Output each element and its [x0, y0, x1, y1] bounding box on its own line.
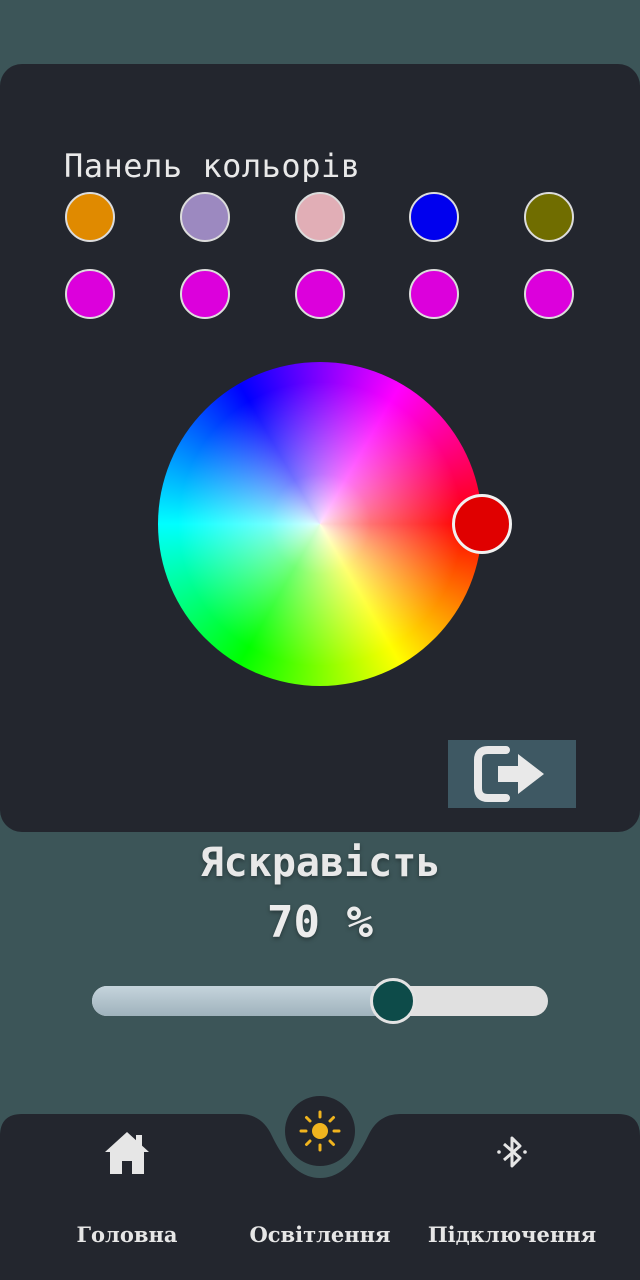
brightness-slider[interactable] — [92, 978, 548, 1024]
nav-item-lighting[interactable]: Освітлення — [210, 1126, 430, 1247]
home-icon — [105, 1132, 149, 1174]
nav-label-connection: Підключення — [427, 1222, 597, 1247]
color-swatch[interactable] — [409, 269, 460, 319]
bottom-nav: Головна Освітлення Підключення — [0, 1096, 640, 1280]
bluetooth-icon — [497, 1136, 527, 1168]
color-wheel[interactable] — [158, 362, 482, 686]
color-swatch[interactable] — [294, 192, 345, 242]
apply-color-button[interactable] — [448, 740, 576, 808]
color-swatch[interactable] — [294, 269, 345, 319]
color-swatch[interactable] — [65, 192, 115, 242]
palette-title: Панель кольорів — [64, 147, 361, 182]
brightness-title: Яскравість — [199, 840, 441, 886]
nav-label-home: Головна — [76, 1222, 178, 1247]
color-swatch[interactable] — [524, 269, 574, 319]
color-swatch[interactable] — [179, 269, 230, 319]
brightness-slider-fill — [92, 986, 393, 1016]
nav-item-home[interactable]: Головна — [17, 1126, 237, 1247]
color-wheel-handle[interactable] — [452, 494, 512, 554]
sign-out-arrow-icon — [474, 746, 544, 802]
nav-label-lighting: Освітлення — [249, 1222, 391, 1247]
color-swatch[interactable] — [65, 269, 115, 319]
color-swatch[interactable] — [409, 192, 460, 242]
nav-item-connection[interactable]: Підключення — [402, 1126, 622, 1247]
color-swatch[interactable] — [524, 192, 574, 242]
brightness-slider-thumb[interactable] — [369, 978, 416, 1024]
color-swatch[interactable] — [179, 192, 230, 242]
brightness-value: 70 % — [267, 897, 373, 948]
